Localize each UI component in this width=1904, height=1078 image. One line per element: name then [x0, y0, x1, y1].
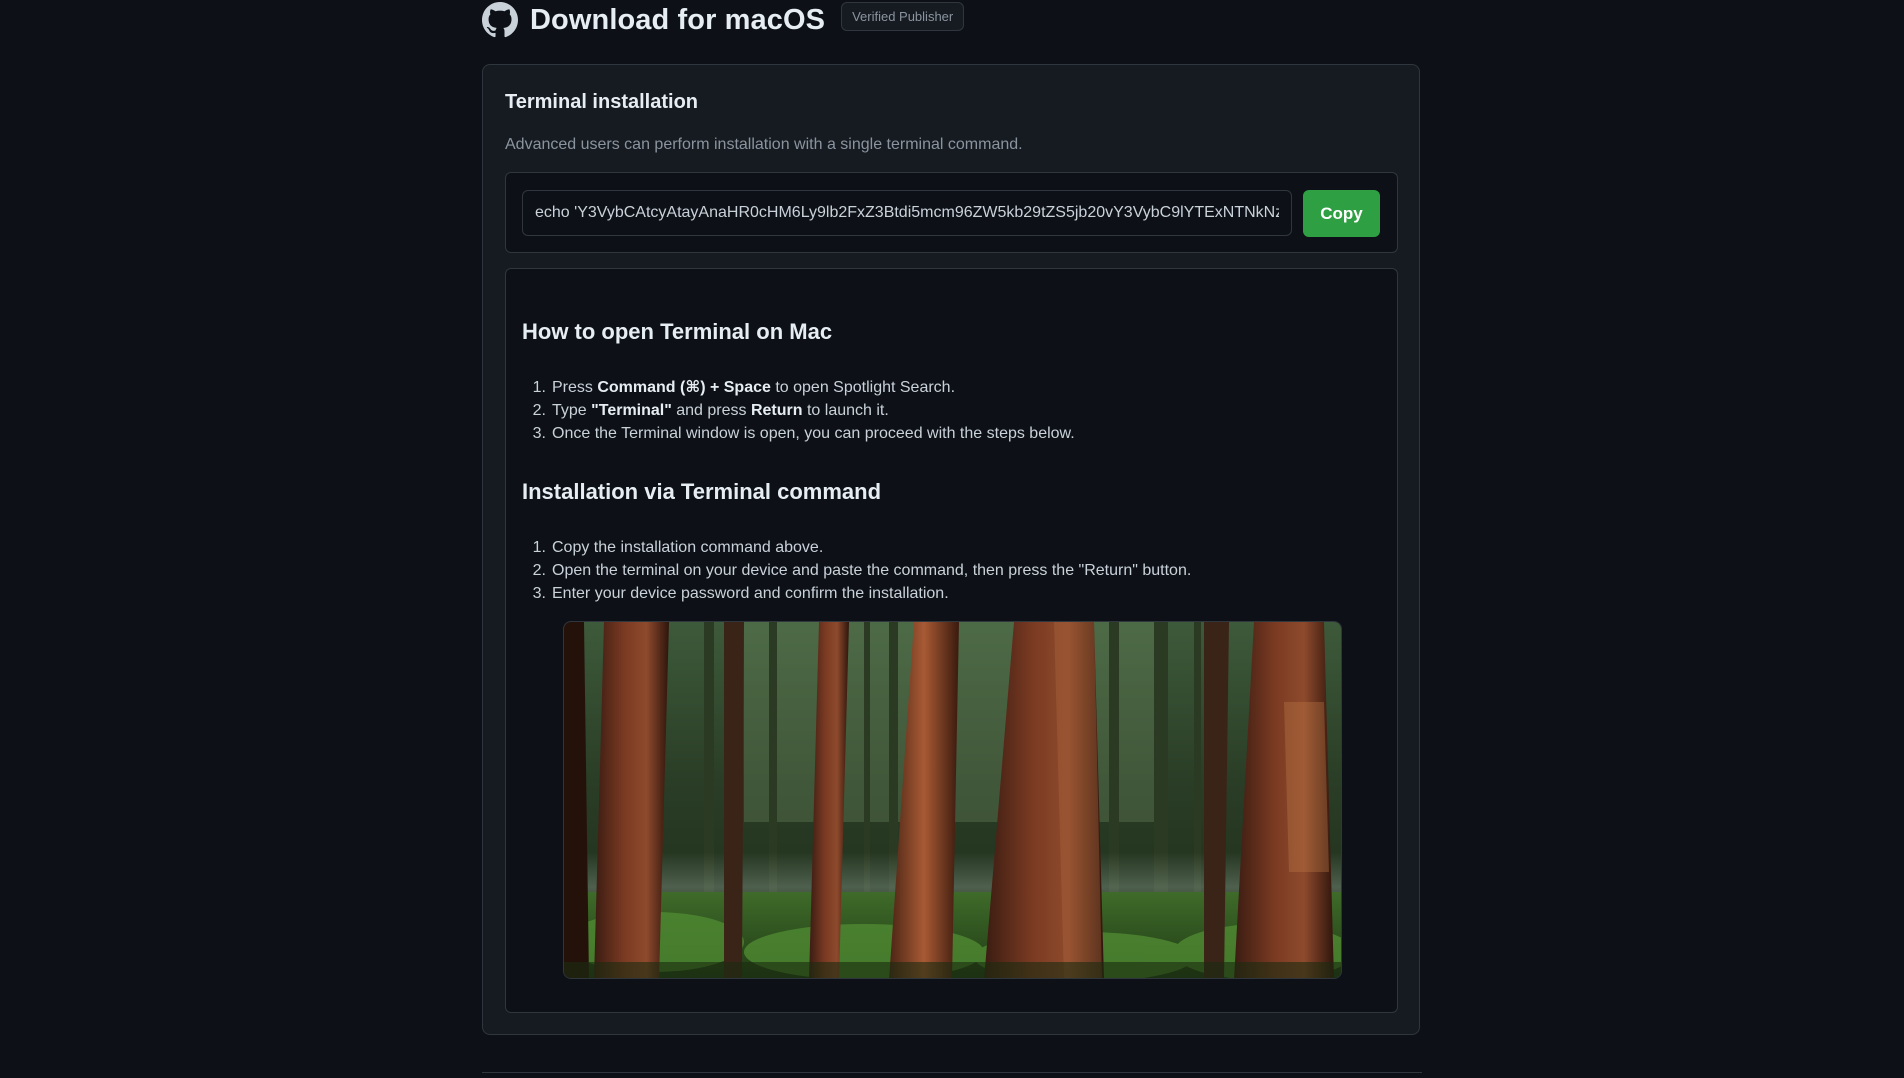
github-icon — [482, 2, 518, 38]
install-steps: 1. Copy the installation command above. 2… — [528, 536, 1192, 605]
list-item: 2. Type "Terminal" and press Return to la… — [532, 402, 889, 419]
forest-image — [563, 621, 1342, 979]
install-command-field[interactable] — [522, 190, 1292, 236]
install-via-terminal-heading: Installation via Terminal command — [522, 479, 882, 504]
card-description: Advanced users can perform installation … — [505, 136, 1023, 153]
list-item: 3. Enter your device password and confirm… — [532, 585, 949, 602]
instructions-panel: How to open Terminal on Mac 1. Press Comm… — [505, 268, 1398, 1013]
open-terminal-heading: How to open Terminal on Mac — [522, 319, 833, 344]
page-title: Download for macOS — [530, 3, 826, 36]
open-terminal-steps: 1. Press Command (⌘) + Space to open Spot… — [528, 376, 1075, 445]
list-item: 3. Once the Terminal window is open, you … — [532, 425, 1075, 442]
list-item: 1. Press Command (⌘) + Space to open Spot… — [532, 379, 956, 396]
copy-button[interactable]: Copy — [1303, 190, 1380, 237]
terminal-installation-card: Terminal installation Advanced users can… — [482, 64, 1420, 1035]
list-item: 2. Open the terminal on your device and p… — [532, 562, 1192, 579]
command-box: Copy — [505, 172, 1398, 253]
page-header: Download for macOS Verified Publisher — [482, 0, 965, 40]
list-item: 1. Copy the installation command above. — [532, 539, 824, 556]
card-title: Terminal installation — [505, 91, 698, 113]
divider — [482, 1072, 1422, 1073]
verified-publisher-badge: Verified Publisher — [841, 1, 965, 31]
